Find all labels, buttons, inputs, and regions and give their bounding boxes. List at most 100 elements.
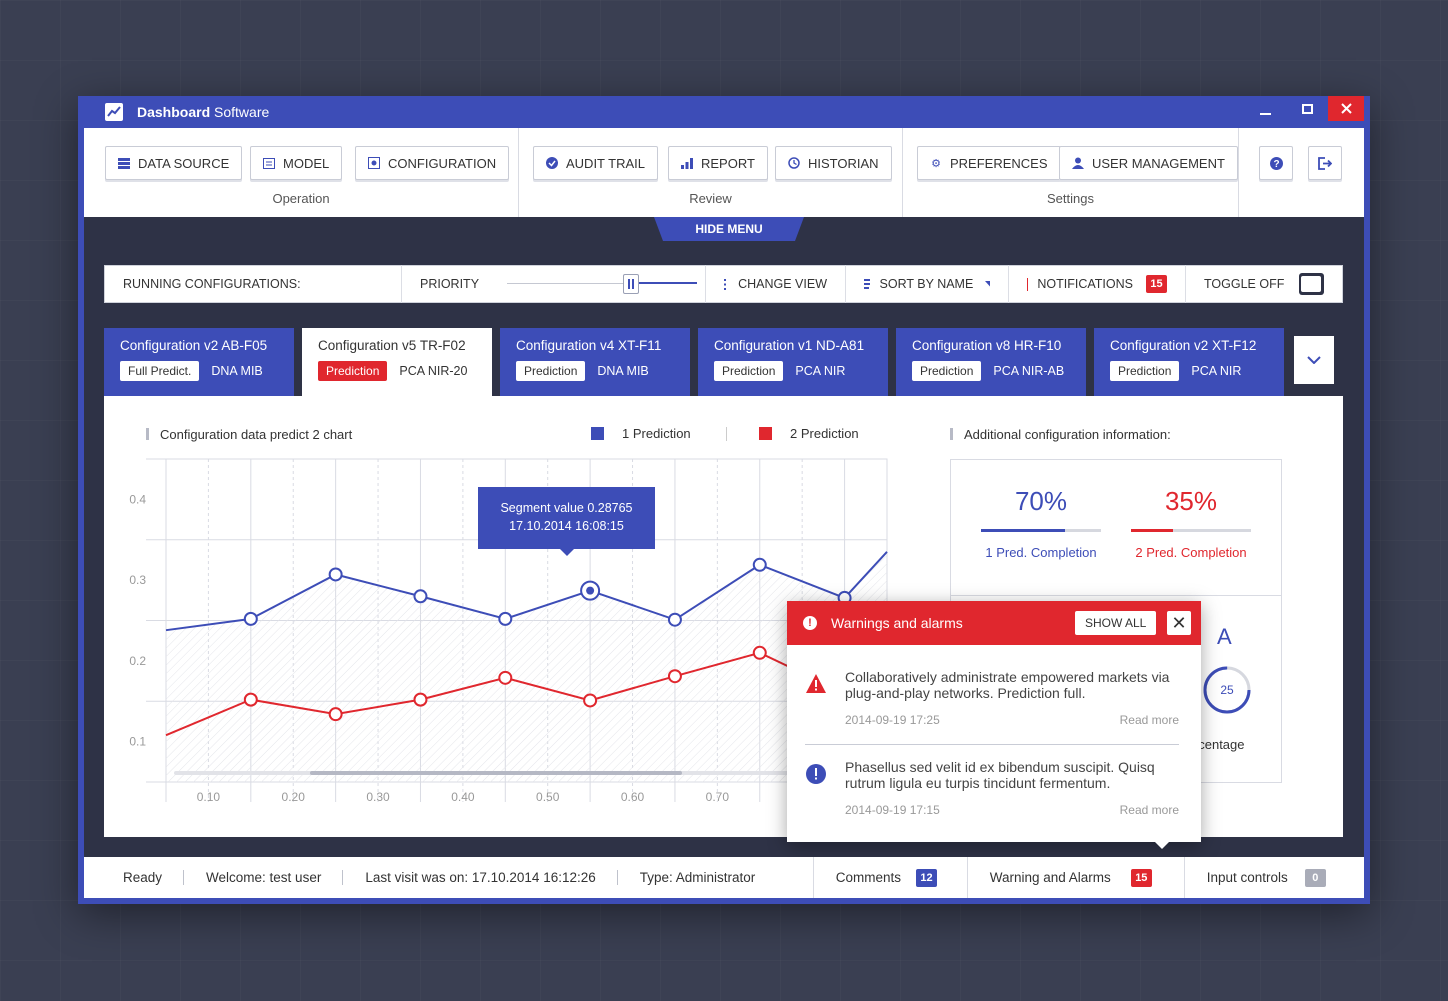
data-point (413, 692, 428, 707)
data-point (498, 670, 513, 685)
y-tick-label: 0.1 (129, 735, 146, 749)
status-bar: Ready Welcome: test user Last visit was … (84, 857, 1364, 898)
data-source-label: DATA SOURCE (138, 155, 230, 171)
info-letter: A (1217, 624, 1232, 649)
close-icon: ✕ (1171, 612, 1187, 633)
audit-trail-button[interactable]: AUDIT TRAIL (533, 146, 658, 180)
report-label: REPORT (701, 155, 755, 171)
x-tick-label: 0.20 (282, 790, 306, 804)
notifications-button[interactable]: NOTIFICATIONS 15 (1009, 265, 1186, 303)
help-button[interactable]: ? (1259, 146, 1293, 180)
priority-slider-thumb[interactable] (622, 274, 639, 294)
configuration-button[interactable]: CONFIGURATION (355, 146, 510, 180)
priority-label: PRIORITY (420, 277, 480, 291)
config-tab[interactable]: Configuration v2 XT-F12 Prediction PCA NIR (1094, 328, 1284, 396)
config-tab[interactable]: Configuration v5 TR-F02 Prediction PCA NIR… (302, 328, 492, 398)
read-more-link[interactable]: Read more (1120, 803, 1179, 817)
data-point (667, 612, 682, 627)
stat-1-value: 70% (1014, 486, 1068, 516)
logout-icon (1318, 156, 1332, 170)
tab-tag: Prediction (516, 361, 586, 381)
toggle-control: TOGGLE OFF (1186, 265, 1342, 303)
input-controls-button[interactable]: Input controls 0 (1183, 857, 1364, 898)
config-tab[interactable]: Configuration v2 AB-F05 Full Predict. DNA … (104, 328, 294, 396)
maximize-icon (1301, 103, 1313, 114)
settings-group-label: Settings (1047, 191, 1094, 206)
comments-label: Comments (835, 870, 902, 885)
maximize-button[interactable] (1286, 96, 1328, 121)
toggle-switch[interactable] (1299, 273, 1324, 295)
status-welcome: Welcome: test user (184, 857, 344, 898)
configuration-label: CONFIGURATION (388, 155, 497, 171)
tab-title: Configuration v1 ND-A81 (714, 338, 865, 353)
sort-by-name-dropdown[interactable]: SORT BY NAME (846, 265, 1009, 303)
change-view-button[interactable]: CHANGE VIEW (706, 265, 846, 303)
tab-title: Configuration v2 XT-F12 (1110, 338, 1257, 353)
tab-title: Configuration v8 HR-F10 (912, 338, 1062, 353)
config-tab[interactable]: Configuration v1 ND-A81 Prediction PCA NIR (698, 328, 888, 396)
chevron-down-icon (1307, 356, 1321, 364)
comments-button[interactable]: Comments 12 (812, 857, 967, 898)
historian-button[interactable]: HISTORIAN (775, 146, 892, 180)
status-user-type: Type: Administrator (639, 870, 756, 885)
alarm-header: ! Warnings and alarms SHOW ALL ✕ (787, 601, 1201, 645)
priority-control: PRIORITY (402, 265, 706, 303)
database-icon (118, 157, 130, 169)
logout-button[interactable] (1308, 146, 1342, 180)
notifications-count-badge: 15 (1146, 275, 1167, 293)
data-source-button[interactable]: DATA SOURCE (105, 146, 243, 180)
warnings-count-badge: 15 (1130, 868, 1152, 887)
info-circle-icon (806, 764, 826, 784)
stat-2-value: 35% (1164, 486, 1218, 516)
stat-1-label: 1 Pred. Completion (985, 545, 1097, 560)
warnings-label: Warning and Alarms (989, 870, 1111, 885)
data-point (413, 589, 428, 604)
running-configurations-label: RUNNING CONFIGURATIONS: (105, 265, 402, 303)
hide-menu-button[interactable]: HIDE MENU (654, 217, 804, 241)
data-point (498, 611, 513, 626)
user-icon (1072, 157, 1084, 169)
close-window-button[interactable] (1328, 96, 1364, 121)
x-tick-label: 0.10 (197, 790, 221, 804)
toggle-label: TOGGLE OFF (1204, 277, 1285, 291)
alarm-message: Phasellus sed velit id ex bibendum susci… (845, 759, 1155, 791)
close-alarm-button[interactable]: ✕ (1167, 611, 1191, 635)
operation-group-label: Operation (272, 191, 330, 206)
tooltip-value: Segment value 0.28765 (500, 501, 633, 515)
config-tab[interactable]: Configuration v8 HR-F10 Prediction PCA NIR… (896, 328, 1086, 396)
status-ready: Ready (84, 857, 185, 898)
show-all-button[interactable]: SHOW ALL (1075, 611, 1157, 635)
tab-tag: Full Predict. (120, 361, 200, 381)
list-view-icon (724, 278, 729, 290)
priority-slider[interactable] (507, 274, 698, 294)
audit-trail-label: AUDIT TRAIL (566, 155, 645, 171)
preferences-label: PREFERENCES (950, 155, 1048, 171)
configurations-toolbar: RUNNING CONFIGURATIONS: PRIORITY CHANGE … (104, 265, 1343, 303)
ribbon-menu: DATA SOURCE MODEL CONFIGURATION Operatio… (84, 128, 1364, 217)
x-tick-label: 0.70 (706, 790, 730, 804)
more-tabs-button[interactable] (1294, 336, 1334, 384)
notifications-label: NOTIFICATIONS (1037, 277, 1133, 291)
read-more-link[interactable]: Read more (1120, 713, 1179, 727)
warnings-alarms-button[interactable]: Warning and Alarms 15 (966, 857, 1184, 898)
config-tab[interactable]: Configuration v4 XT-F11 Prediction DNA MIB (500, 328, 690, 396)
tab-tag: Prediction (912, 361, 982, 381)
tab-title: Configuration v2 AB-F05 (120, 338, 268, 353)
preferences-button[interactable]: ⚙ PREFERENCES (917, 146, 1061, 180)
minimize-button[interactable] (1244, 96, 1286, 121)
series-area (166, 551, 887, 782)
data-point (328, 567, 343, 582)
comments-count-badge: 12 (916, 868, 938, 887)
close-icon (1340, 103, 1352, 114)
x-tick-label: 0.30 (366, 790, 390, 804)
sort-icon (864, 279, 870, 289)
report-button[interactable]: REPORT (668, 146, 768, 180)
tab-tag: Prediction (318, 361, 388, 381)
user-management-button[interactable]: USER MANAGEMENT (1059, 146, 1238, 180)
model-button[interactable]: MODEL (250, 146, 343, 180)
model-icon (263, 157, 275, 169)
tooltip-timestamp: 17.10.2014 16:08:15 (509, 519, 624, 533)
alarm-date: 2014-09-19 17:15 (845, 803, 940, 817)
app-window: Dashboard Software DATA SOURCE MODEL CON… (78, 96, 1370, 904)
configuration-icon (368, 157, 380, 169)
